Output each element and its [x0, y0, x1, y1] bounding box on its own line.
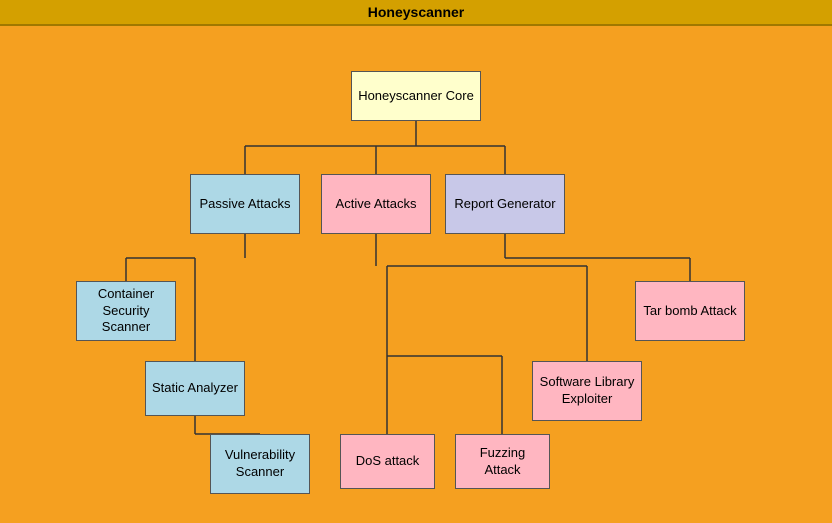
app-title: Honeyscanner	[368, 4, 464, 20]
node-static: Static Analyzer	[145, 361, 245, 416]
node-container: Container Security Scanner	[76, 281, 176, 341]
diagram-area: Honeyscanner Core Passive Attacks Active…	[0, 26, 832, 523]
node-root: Honeyscanner Core	[351, 71, 481, 121]
node-vuln: Vulnerability Scanner	[210, 434, 310, 494]
node-software: Software Library Exploiter	[532, 361, 642, 421]
node-fuzzing: Fuzzing Attack	[455, 434, 550, 489]
node-active: Active Attacks	[321, 174, 431, 234]
node-report: Report Generator	[445, 174, 565, 234]
node-dos: DoS attack	[340, 434, 435, 489]
title-bar: Honeyscanner	[0, 0, 832, 26]
node-passive: Passive Attacks	[190, 174, 300, 234]
node-tar: Tar bomb Attack	[635, 281, 745, 341]
